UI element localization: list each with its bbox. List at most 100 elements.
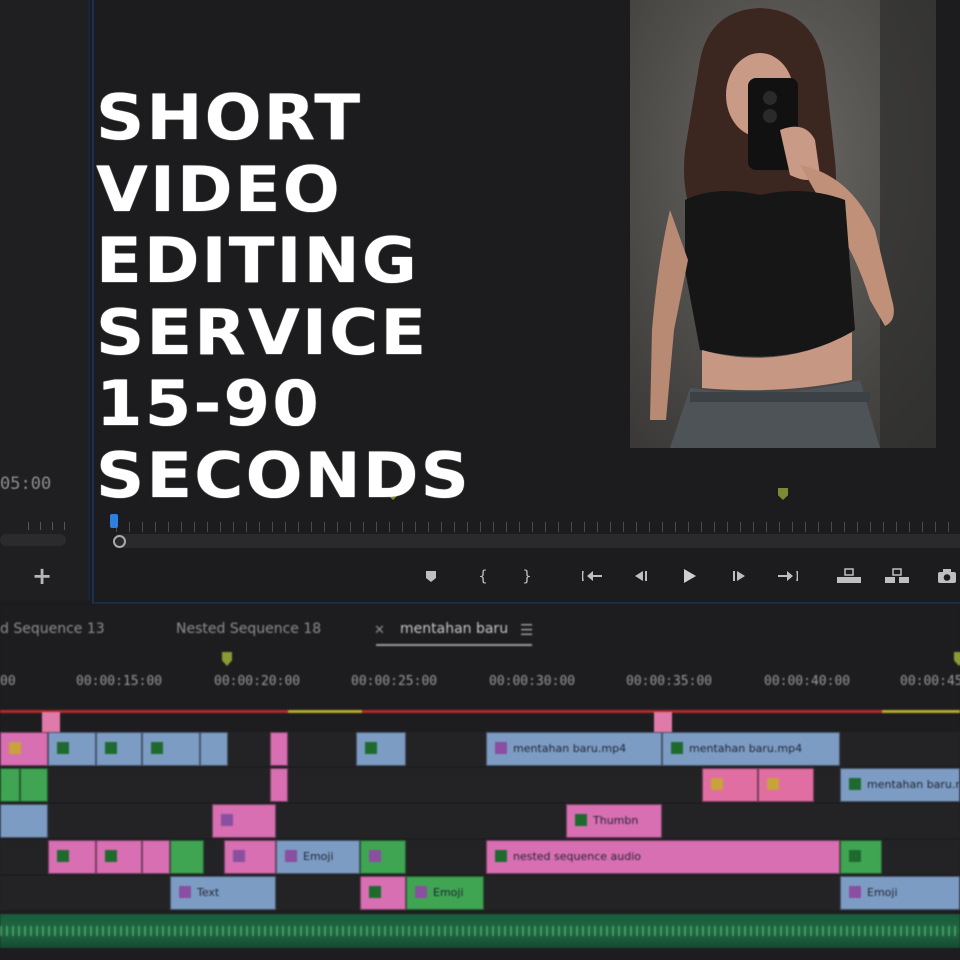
- render-status-yellow: [288, 710, 362, 713]
- tab-mentahan-baru[interactable]: mentahan baru: [400, 621, 508, 637]
- clip-name: Thumbn: [593, 814, 639, 827]
- fx-badge-icon: [767, 778, 779, 790]
- render-status-bar: [0, 710, 960, 713]
- headline-line: VIDEO: [96, 152, 342, 226]
- fx-badge-icon: [233, 850, 245, 862]
- add-icon[interactable]: +: [32, 562, 52, 590]
- timeline-clip[interactable]: [142, 840, 170, 874]
- timeline-clip[interactable]: mentahan baru.mp4: [662, 732, 840, 766]
- fx-badge-icon: [849, 886, 861, 898]
- headline-line: SERVICE: [96, 295, 429, 369]
- go-to-in-icon[interactable]: [577, 560, 609, 592]
- clip-name: mentahan baru.mp4: [689, 742, 803, 755]
- clip-name: mentahan baru.mp4: [867, 778, 959, 791]
- timeline-clip[interactable]: [360, 876, 406, 910]
- timeline-clip[interactable]: [48, 840, 96, 874]
- timeline-marker[interactable]: [42, 712, 60, 732]
- time-label: 00:00:25:00: [351, 674, 438, 689]
- menu-icon[interactable]: ☰: [520, 621, 533, 639]
- clip-name: Emoji: [303, 850, 334, 863]
- fx-badge-icon: [495, 742, 507, 754]
- playback-scrub-bar[interactable]: [116, 534, 960, 548]
- timeline-clip[interactable]: Thumbn: [566, 804, 662, 838]
- playhead-handle[interactable]: [110, 514, 118, 528]
- timeline-clip[interactable]: [96, 840, 142, 874]
- timeline-clip[interactable]: [270, 732, 288, 766]
- clip-name: Text: [197, 886, 220, 899]
- timeline-clip[interactable]: [212, 804, 276, 838]
- timeline-clip[interactable]: [224, 840, 276, 874]
- playback-ruler[interactable]: [116, 522, 960, 532]
- timeline-clip[interactable]: Emoji: [276, 840, 360, 874]
- clip-name: Emoji: [433, 886, 464, 899]
- fx-badge-icon: [285, 850, 297, 862]
- timeline-clip[interactable]: [20, 768, 48, 802]
- fx-badge-icon: [575, 814, 587, 826]
- clip-name: mentahan baru.mp4: [513, 742, 627, 755]
- timeline-clip[interactable]: mentahan baru.mp4: [486, 732, 662, 766]
- marker-icon[interactable]: [954, 652, 960, 666]
- tab-nested-sequence-18[interactable]: Nested Sequence 18: [176, 621, 321, 637]
- timeline-clip[interactable]: [142, 732, 200, 766]
- time-label: 00:00:35:00: [626, 674, 713, 689]
- headline-line: 15-90: [96, 367, 321, 440]
- extract-icon[interactable]: [881, 560, 913, 592]
- fx-badge-icon: [105, 742, 117, 754]
- time-label: 00:00:40:00: [764, 674, 851, 689]
- fx-badge-icon: [671, 742, 683, 754]
- step-back-icon[interactable]: [625, 560, 657, 592]
- close-icon[interactable]: ✕: [374, 623, 385, 638]
- fx-badge-icon: [369, 850, 381, 862]
- timeline-clip[interactable]: [170, 840, 204, 874]
- video-track-v5: [0, 768, 960, 802]
- timeline-clip[interactable]: [96, 732, 142, 766]
- timeline-clip[interactable]: [356, 732, 406, 766]
- step-forward-icon[interactable]: [723, 560, 755, 592]
- timeline-clip[interactable]: Emoji: [840, 876, 960, 910]
- headline-line: SHORT: [96, 81, 363, 154]
- timeline-clip[interactable]: [702, 768, 758, 802]
- video-preview-frame: [630, 0, 936, 448]
- project-panel: 05:00 +: [0, 0, 90, 600]
- timeline-clip[interactable]: [360, 840, 406, 874]
- tab-sequence-13[interactable]: d Sequence 13: [0, 621, 105, 637]
- timeline-clip[interactable]: [0, 732, 48, 766]
- left-timecode: 05:00: [0, 474, 52, 494]
- timeline-clip[interactable]: [48, 732, 96, 766]
- timeline-panel: d Sequence 13 Nested Sequence 18 ✕ menta…: [0, 604, 960, 960]
- left-scrollbar[interactable]: [0, 534, 66, 546]
- video-track-v4: [0, 804, 960, 838]
- timeline-clip[interactable]: nested sequence audio: [486, 840, 840, 874]
- timeline-marker[interactable]: [654, 712, 672, 732]
- timeline-clip[interactable]: [270, 768, 288, 802]
- marker-icon[interactable]: [415, 560, 447, 592]
- mark-in-icon[interactable]: {: [467, 560, 499, 592]
- timeline-clip[interactable]: Text: [170, 876, 276, 910]
- fx-badge-icon: [365, 742, 377, 754]
- active-tab-indicator: [376, 644, 532, 646]
- fx-badge-icon: [179, 886, 191, 898]
- fx-badge-icon: [415, 886, 427, 898]
- export-frame-icon[interactable]: [931, 560, 960, 592]
- mark-out-icon[interactable]: }: [511, 560, 543, 592]
- playhead-knob[interactable]: [113, 535, 126, 548]
- timeline-clip[interactable]: mentahan baru.mp4: [840, 768, 960, 802]
- time-label: 00:00:45: [900, 674, 960, 689]
- transport-controls: { }: [415, 560, 960, 594]
- timeline-clip[interactable]: [840, 840, 882, 874]
- timeline-clip[interactable]: [0, 768, 20, 802]
- time-label: 00:00:15:00: [76, 674, 163, 689]
- timeline-clip[interactable]: [758, 768, 814, 802]
- timeline-clip[interactable]: [0, 804, 48, 838]
- lift-icon[interactable]: [833, 560, 865, 592]
- fx-badge-icon: [495, 850, 507, 862]
- time-label: 00:00:20:00: [214, 674, 301, 689]
- timeline-clip[interactable]: Emoji: [406, 876, 484, 910]
- fx-badge-icon: [849, 778, 861, 790]
- go-to-out-icon[interactable]: [771, 560, 803, 592]
- play-icon[interactable]: [673, 560, 705, 592]
- timeline-clip[interactable]: [200, 732, 228, 766]
- time-label: 00: [0, 674, 16, 689]
- marker-icon[interactable]: [222, 652, 232, 666]
- marker-icon[interactable]: [778, 488, 788, 500]
